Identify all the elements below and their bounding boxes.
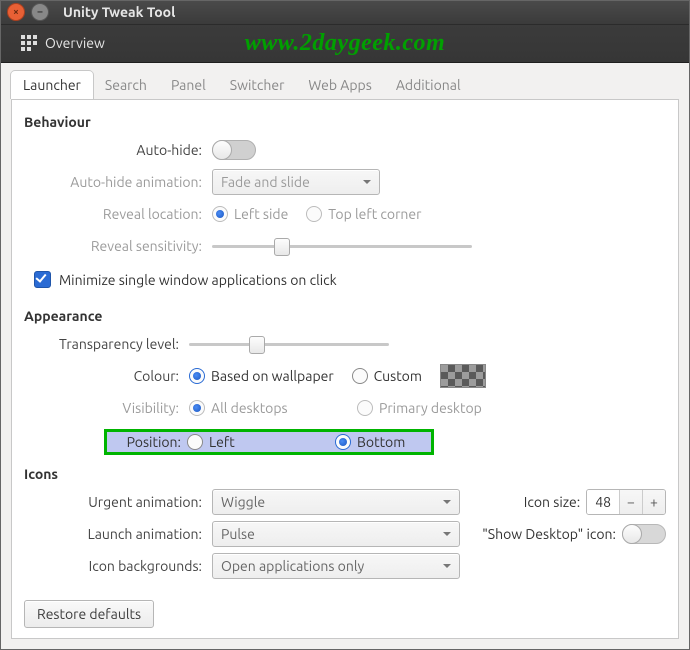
reveal-topleft-radio[interactable]: Top left corner (306, 206, 421, 222)
window-title: Unity Tweak Tool (63, 4, 175, 20)
urgent-anim-value: Wiggle (221, 494, 265, 510)
icon-size-minus[interactable]: − (619, 490, 642, 514)
chevron-down-icon (443, 500, 451, 508)
visibility-all-radio[interactable]: All desktops (189, 400, 339, 416)
colour-custom-radio[interactable]: Custom (352, 368, 422, 384)
launch-anim-value: Pulse (221, 526, 255, 542)
autohide-label: Auto-hide: (24, 142, 212, 158)
autohide-anim-combo[interactable]: Fade and slide (212, 169, 380, 195)
tab-panel[interactable]: Panel (159, 71, 218, 99)
launch-anim-label: Launch animation: (24, 526, 212, 542)
chevron-down-icon (443, 564, 451, 572)
urgent-anim-label: Urgent animation: (24, 494, 212, 510)
section-icons-title: Icons (24, 466, 666, 482)
show-desktop-switch[interactable] (622, 524, 666, 544)
icon-bg-label: Icon backgrounds: (24, 558, 212, 574)
autohide-anim-value: Fade and slide (221, 174, 310, 190)
watermark-text: www.2daygeek.com (245, 30, 445, 57)
icon-size-spinner[interactable]: 48 − + (586, 489, 666, 515)
reveal-location-label: Reveal location: (24, 206, 212, 222)
transparency-label: Transparency level: (24, 336, 189, 352)
transparency-slider[interactable] (189, 335, 389, 353)
tab-search[interactable]: Search (93, 71, 159, 99)
minimize-label: Minimize single window applications on c… (59, 272, 337, 288)
minimize-button[interactable]: – (31, 3, 49, 21)
icon-bg-value: Open applications only (221, 558, 364, 574)
colour-swatch[interactable] (440, 364, 486, 388)
position-bottom-radio[interactable]: Bottom (335, 434, 405, 450)
tab-row: Launcher Search Panel Switcher Web Apps … (1, 63, 689, 99)
restore-defaults-button[interactable]: Restore defaults (24, 600, 154, 628)
icon-size-value: 48 (587, 490, 619, 514)
toolbar: Overview www.2daygeek.com (1, 25, 689, 63)
position-label: Position: (111, 434, 187, 450)
reveal-left-radio[interactable]: Left side (212, 206, 288, 222)
title-bar: × – Unity Tweak Tool (1, 1, 689, 25)
tab-additional[interactable]: Additional (384, 71, 473, 99)
position-left-radio[interactable]: Left (187, 434, 317, 450)
section-appearance-title: Appearance (24, 308, 666, 324)
colour-wallpaper-radio[interactable]: Based on wallpaper (189, 368, 334, 384)
show-desktop-label: "Show Desktop" icon: (482, 526, 616, 542)
urgent-anim-combo[interactable]: Wiggle (212, 489, 460, 515)
position-highlight: Position: Left Bottom (104, 429, 434, 455)
icon-size-label: Icon size: (524, 494, 580, 510)
close-button[interactable]: × (7, 3, 25, 21)
tab-web-apps[interactable]: Web Apps (296, 71, 383, 99)
autohide-anim-label: Auto-hide animation: (24, 174, 212, 190)
app-window: × – Unity Tweak Tool Overview www.2dayge… (0, 0, 690, 650)
tab-switcher[interactable]: Switcher (218, 71, 297, 99)
reveal-sensitivity-label: Reveal sensitivity: (24, 238, 212, 254)
overview-label: Overview (45, 35, 105, 51)
reveal-sensitivity-slider[interactable] (212, 237, 472, 255)
section-behaviour-title: Behaviour (24, 114, 666, 130)
overview-button[interactable]: Overview (15, 31, 111, 55)
visibility-label: Visibility: (24, 400, 189, 416)
visibility-primary-radio[interactable]: Primary desktop (357, 400, 482, 416)
icon-bg-combo[interactable]: Open applications only (212, 553, 460, 579)
tab-launcher[interactable]: Launcher (11, 71, 93, 99)
autohide-switch[interactable] (212, 140, 256, 160)
launch-anim-combo[interactable]: Pulse (212, 521, 460, 547)
grid-icon (21, 35, 37, 51)
bottom-bar: Restore defaults (11, 592, 679, 639)
chevron-down-icon (443, 532, 451, 540)
chevron-down-icon (363, 180, 371, 188)
icon-size-plus[interactable]: + (642, 490, 665, 514)
colour-label: Colour: (24, 368, 189, 384)
page-content: Behaviour Auto-hide: Auto-hide animation… (11, 100, 679, 592)
minimize-check[interactable]: Minimize single window applications on c… (34, 271, 337, 288)
